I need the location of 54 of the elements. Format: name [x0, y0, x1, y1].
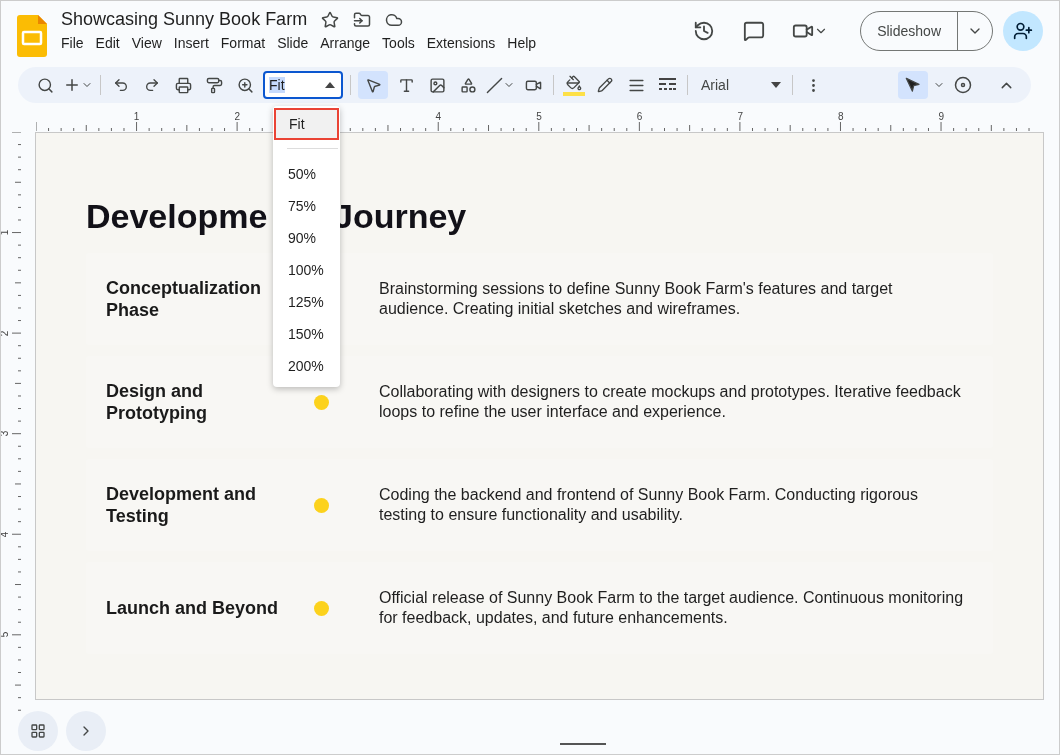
phase-description: Official release of Sunny Book Farm to the target audience. Continuous monitoring for feedback, updates, and future enhancements.	[379, 588, 965, 628]
grid-view-button[interactable]	[18, 711, 58, 751]
pointer-icon[interactable]	[898, 71, 928, 99]
fill-color-icon[interactable]	[561, 74, 587, 96]
ruler-number: 9	[938, 111, 945, 122]
add-person-icon	[1013, 21, 1033, 41]
ruler-number: 8	[838, 111, 844, 122]
ruler-number: 1	[133, 111, 140, 122]
menu-item[interactable]: Slide	[271, 33, 315, 53]
menu-item[interactable]: Arrange	[314, 33, 377, 53]
star-icon[interactable]	[321, 10, 340, 29]
zoom-option[interactable]: 125%	[274, 286, 339, 318]
zoom-option[interactable]: 200%	[274, 350, 339, 382]
menu-item[interactable]: Edit	[89, 33, 126, 53]
grid-icon	[30, 723, 46, 739]
phase-title: Design and Prototyping	[106, 380, 208, 424]
ruler-number: 4	[1, 531, 11, 538]
menu-item[interactable]: Extensions	[420, 33, 502, 53]
menu-item[interactable]: Format	[214, 33, 272, 53]
font-select[interactable]: Arial	[695, 71, 785, 99]
resize-handle[interactable]	[560, 743, 606, 745]
zoom-option[interactable]: 100%	[274, 254, 339, 286]
phase-title: Development and Testing	[106, 483, 258, 527]
ruler-number: 5	[1, 632, 11, 638]
ruler-number: 6	[636, 111, 643, 122]
menu-item[interactable]: View	[125, 33, 168, 53]
caret-down-icon	[771, 82, 781, 88]
zoom-option[interactable]: Fit	[274, 108, 339, 140]
menu-item[interactable]: Help	[501, 33, 543, 53]
slide-title: Developme	[86, 196, 268, 236]
zoom-option[interactable]: 150%	[274, 318, 339, 350]
ruler-number: 2	[1, 330, 11, 336]
ruler-number: 1	[1, 229, 11, 236]
phase-description: Collaborating with designers to create mockups and prototypes. Iterative feedback loops to refine the user interface and experience.	[379, 382, 962, 422]
ruler-number: 7	[737, 111, 743, 122]
move-folder-icon[interactable]	[353, 10, 372, 29]
slides-logo-icon[interactable]	[17, 15, 47, 57]
phase-title: Conceptualization Phase	[106, 277, 262, 321]
phase-description: Brainstorming sessions to define Sunny Book Farm's features and target audience. Creating initial sketches and wireframes.	[379, 279, 894, 319]
share-button[interactable]	[1003, 11, 1043, 51]
ruler-number: 3	[1, 430, 11, 437]
zoom-select[interactable]: Fit	[263, 71, 343, 99]
zoom-option[interactable]: 50%	[274, 158, 339, 190]
menu-item[interactable]: Tools	[376, 33, 421, 53]
ruler-number: 2	[234, 111, 240, 122]
phase-title: Launch and Beyond	[106, 597, 278, 619]
document-title[interactable]: Showcasing Sunny Book Farm	[61, 9, 308, 30]
select-tool-icon[interactable]	[358, 71, 388, 99]
ruler-number: 4	[435, 111, 442, 122]
menu-item[interactable]: File	[55, 33, 90, 53]
phase-description: Coding the backend and frontend of Sunny Book Farm. Conducting rigorous testing to ensure functionality and usability.	[379, 485, 919, 525]
menu-item[interactable]: Insert	[167, 33, 215, 53]
caret-up-icon	[325, 82, 335, 88]
ruler-number: 5	[536, 111, 542, 122]
